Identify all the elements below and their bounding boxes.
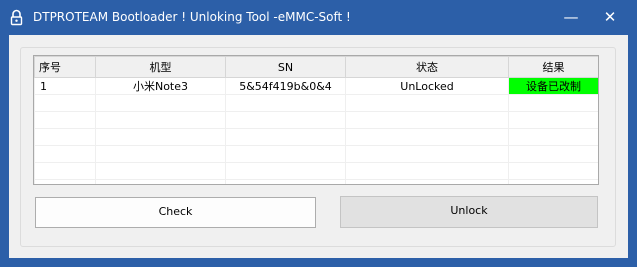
minimize-icon: — (563, 8, 579, 26)
minimize-button[interactable]: — (557, 3, 585, 31)
table-row[interactable]: 1 小米Note3 5&54f419b&0&4 UnLocked 设备已改制 (34, 77, 598, 95)
lock-app-icon (10, 9, 23, 26)
column-header-model[interactable]: 机型 (95, 56, 226, 78)
unlock-button[interactable]: Unlock (340, 196, 598, 228)
empty-row (34, 162, 598, 180)
empty-row (34, 145, 598, 163)
app-window: DTPROTEAM Bootloader ! Unloking Tool -eM… (0, 0, 637, 267)
table-header-row: 序号 机型 SN 状态 结果 (34, 56, 598, 78)
column-header-result[interactable]: 结果 (508, 56, 598, 78)
device-table: 序号 机型 SN 状态 结果 1 小米Note3 5&54f419b&0&4 U (34, 56, 598, 184)
check-button[interactable]: Check (35, 197, 316, 228)
column-header-index[interactable]: 序号 (34, 56, 96, 78)
empty-row (34, 111, 598, 129)
client-area: 序号 机型 SN 状态 结果 1 小米Note3 5&54f419b&0&4 U (9, 35, 628, 258)
column-header-status[interactable]: 状态 (345, 56, 509, 78)
cell-status: UnLocked (345, 77, 509, 95)
close-icon: ✕ (603, 8, 617, 26)
close-button[interactable]: ✕ (596, 3, 624, 31)
cell-model: 小米Note3 (95, 77, 226, 95)
cell-index: 1 (34, 77, 96, 95)
window-title: DTPROTEAM Bootloader ! Unloking Tool -eM… (33, 10, 351, 24)
main-panel: 序号 机型 SN 状态 结果 1 小米Note3 5&54f419b&0&4 U (20, 47, 616, 247)
empty-row (34, 128, 598, 146)
empty-row (34, 94, 598, 112)
cell-sn: 5&54f419b&0&4 (225, 77, 346, 95)
column-header-sn[interactable]: SN (225, 56, 346, 78)
title-bar[interactable]: DTPROTEAM Bootloader ! Unloking Tool -eM… (0, 0, 637, 35)
empty-row (34, 179, 598, 184)
cell-result: 设备已改制 (508, 77, 598, 95)
device-grid[interactable]: 序号 机型 SN 状态 结果 1 小米Note3 5&54f419b&0&4 U (33, 55, 599, 185)
